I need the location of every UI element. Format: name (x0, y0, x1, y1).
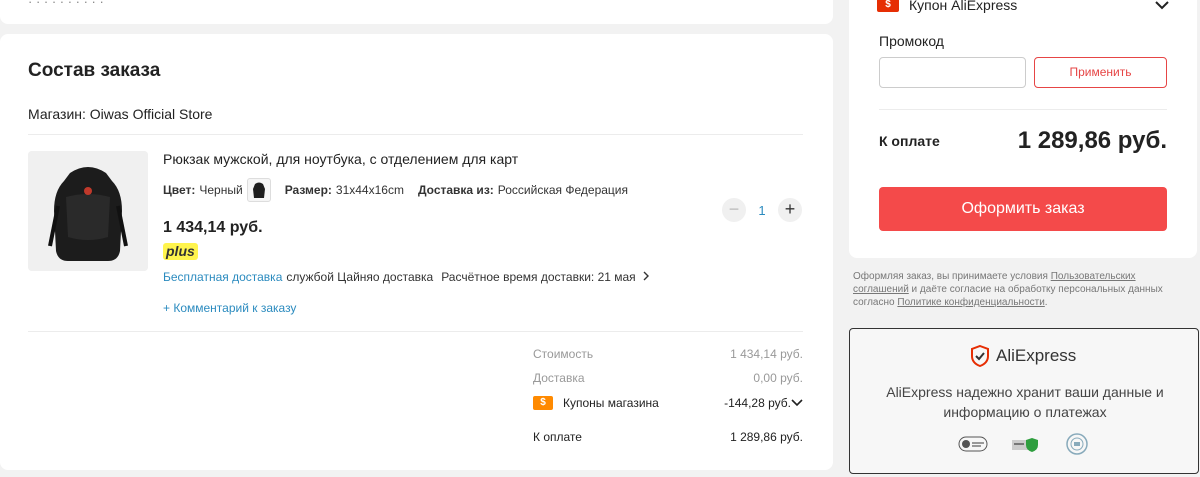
place-order-button[interactable]: Оформить заказ (879, 187, 1167, 231)
quantity-value[interactable]: 1 (746, 203, 778, 218)
store-coupons-value-wrap: -144,28 руб. (724, 396, 803, 410)
store-name[interactable]: Магазин: Oiwas Official Store (28, 106, 212, 122)
checkout-sidebar-card: $ Купон AliExpress Промокод Применить К … (849, 0, 1197, 258)
privacy-policy-link[interactable]: Политике конфиденциальности (897, 297, 1044, 308)
aliexpress-coupon-toggle[interactable]: $ Купон AliExpress (877, 0, 1169, 13)
quantity-stepper: − 1 + (722, 198, 802, 222)
security-info-card: AliExpress AliExpress надежно хранит ваш… (849, 328, 1199, 474)
summary-delivery-row: Доставка 0,00 руб. (533, 371, 803, 385)
order-composition-card: Состав заказа Магазин: Oiwas Official St… (0, 34, 833, 470)
chevron-down-icon[interactable] (1155, 0, 1169, 13)
product-price: 1 434,14 руб. (163, 219, 263, 236)
size-label: Размер: (284, 183, 332, 197)
apply-promo-button[interactable]: Применить (1034, 57, 1167, 88)
chevron-right-icon[interactable] (642, 270, 650, 284)
legal-text-1: Оформляя заказ, вы принимаете условия (853, 271, 1051, 282)
certificate-seal-icon (1062, 433, 1092, 455)
store-coupons-label: Купоны магазина (563, 396, 659, 410)
total-label: К оплате (533, 430, 582, 444)
ship-from-value: Российская Федерация (497, 183, 628, 197)
plus-badge: plus (163, 243, 198, 260)
product-attributes: Цвет: Черный Размер: 31x44x16cm Доставка… (163, 178, 628, 202)
aliexpress-secure-logo: AliExpress (970, 345, 1076, 367)
add-comment-link[interactable]: + Комментарий к заказу (163, 301, 296, 315)
increase-quantity-button[interactable]: + (778, 198, 802, 222)
promo-code-input[interactable] (879, 57, 1026, 88)
product-title[interactable]: Рюкзак мужской, для ноутбука, с отделени… (163, 151, 518, 167)
free-delivery-label: Бесплатная доставка (163, 270, 283, 284)
decrease-quantity-button[interactable]: − (722, 198, 746, 222)
coupon-icon: $ (877, 0, 899, 12)
coupon-header-label: Купон AliExpress (909, 0, 1018, 13)
cost-label: Стоимость (533, 347, 594, 361)
coupon-icon: $ (533, 396, 553, 410)
summary-cost-row: Стоимость 1 434,14 руб. (533, 347, 803, 361)
previous-section-card: · · · · · · · · · · (0, 0, 833, 24)
previous-section-text: · · · · · · · · · · (28, 0, 104, 9)
security-badges (958, 433, 1114, 455)
delivery-eta: Расчётное время доставки: 21 мая (441, 270, 636, 284)
legal-notice: Оформляя заказ, вы принимаете условия По… (853, 270, 1193, 309)
delivery-info[interactable]: Бесплатная доставка службой Цайняо доста… (163, 270, 650, 284)
pay-total-value: 1 289,86 руб. (1017, 127, 1167, 154)
divider (28, 331, 803, 332)
pay-total-label: К оплате (879, 133, 940, 149)
size-value: 31x44x16cm (335, 183, 404, 197)
secure-brand-name: AliExpress (996, 346, 1077, 365)
chevron-down-icon[interactable] (791, 396, 803, 410)
divider (28, 134, 803, 135)
order-title: Состав заказа (28, 60, 161, 81)
delivery-label: Доставка (533, 371, 585, 385)
cost-value: 1 434,14 руб. (730, 347, 803, 361)
product-image[interactable] (28, 151, 148, 271)
color-swatch (246, 178, 271, 202)
store-coupons-value: -144,28 руб. (724, 396, 791, 410)
divider (879, 109, 1167, 110)
store-coupons-label-wrap: $ Купоны магазина (533, 396, 659, 410)
summary-store-coupons-row[interactable]: $ Купоны магазина -144,28 руб. (533, 396, 803, 410)
security-message: AliExpress надежно хранит ваши данные и … (886, 384, 1164, 420)
legal-text-3: . (1044, 297, 1048, 308)
ship-from-label: Доставка из: (417, 183, 494, 197)
delivery-value: 0,00 руб. (753, 371, 803, 385)
color-value: Черный (199, 183, 243, 197)
shield-check-icon (971, 345, 989, 367)
color-label: Цвет: (163, 183, 196, 197)
pci-dss-badge-icon (958, 433, 988, 455)
delivery-service: службой Цайняо доставка (286, 270, 434, 284)
secure-payment-badge-icon (1010, 433, 1040, 455)
promo-code-label: Промокод (879, 33, 944, 49)
summary-total-row: К оплате 1 289,86 руб. (533, 430, 803, 444)
total-value: 1 289,86 руб. (730, 430, 803, 444)
